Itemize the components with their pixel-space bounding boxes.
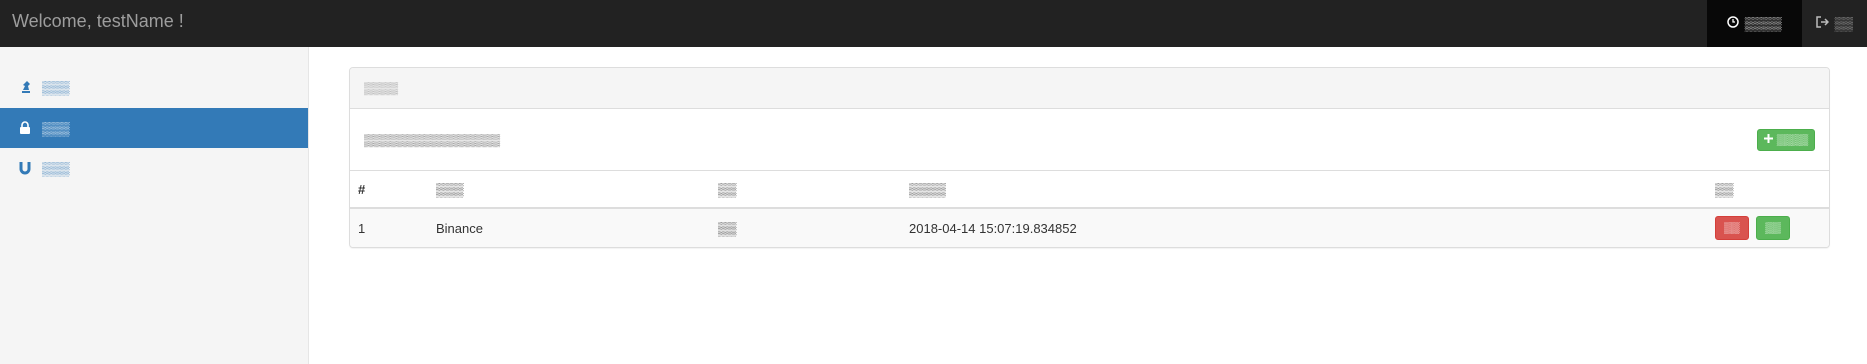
top-navbar: Welcome, testName ! ▒▒▒▒ ▒▒	[0, 0, 1867, 47]
delete-button[interactable]: ▒▒	[1715, 216, 1749, 240]
add-button[interactable]: ▒▒▒▒	[1756, 128, 1815, 151]
magnet-icon	[18, 161, 32, 175]
row-name: Binance	[428, 208, 710, 247]
api-keys-panel: ▒▒▒▒ ▒▒▒▒▒▒▒▒▒▒▒▒▒▒▒▒ ▒▒▒▒ # ▒▒▒ ▒▒ ▒▒▒▒…	[349, 67, 1830, 248]
sidebar-item-label: ▒▒▒	[42, 120, 70, 136]
keys-table: # ▒▒▒ ▒▒ ▒▒▒▒ ▒▒ 1 Binance ▒▒ 2018-04-14…	[350, 171, 1829, 247]
column-header-key: ▒▒	[710, 171, 901, 209]
sidebar-item-trading[interactable]: ▒▒▒	[0, 67, 308, 107]
clock-nav-item[interactable]: ▒▒▒▒	[1706, 0, 1802, 47]
clock-label: ▒▒▒▒	[1744, 16, 1782, 31]
logout-label: ▒▒	[1834, 16, 1853, 31]
sidebar-item-label: ▒▒▒	[42, 160, 70, 176]
column-header-index: #	[350, 171, 428, 209]
lock-icon	[18, 121, 32, 135]
clock-icon	[1726, 16, 1739, 31]
edit-button[interactable]: ▒▒	[1756, 216, 1790, 240]
row-actions: ▒▒ ▒▒	[1707, 208, 1829, 247]
table-row: 1 Binance ▒▒ 2018-04-14 15:07:19.834852 …	[350, 208, 1829, 247]
chess-icon	[18, 80, 32, 94]
plus-icon	[1763, 133, 1773, 146]
column-header-actions: ▒▒	[1707, 171, 1829, 209]
column-header-name: ▒▒▒	[428, 171, 710, 209]
panel-body: ▒▒▒▒▒▒▒▒▒▒▒▒▒▒▒▒ ▒▒▒▒	[350, 109, 1829, 171]
logout-icon	[1815, 16, 1829, 31]
sidebar-item-label: ▒▒▒	[42, 79, 70, 95]
logout-nav-item[interactable]: ▒▒	[1802, 0, 1867, 47]
row-index: 1	[350, 208, 428, 247]
add-button-label: ▒▒▒▒	[1776, 133, 1808, 146]
sidebar: ▒▒▒ ▒▒▒ ▒▒▒	[0, 47, 309, 364]
row-key: ▒▒	[710, 208, 901, 247]
sidebar-item-strategy[interactable]: ▒▒▒	[0, 148, 308, 188]
column-header-time: ▒▒▒▒	[901, 171, 1707, 209]
panel-heading: ▒▒▒▒	[350, 68, 1829, 109]
welcome-brand[interactable]: Welcome, testName !	[12, 11, 184, 32]
table-header-row: # ▒▒▒ ▒▒ ▒▒▒▒ ▒▒	[350, 171, 1829, 209]
panel-description: ▒▒▒▒▒▒▒▒▒▒▒▒▒▒▒▒	[364, 132, 501, 147]
row-time: 2018-04-14 15:07:19.834852	[901, 208, 1707, 247]
navbar-right: ▒▒▒▒ ▒▒	[1706, 0, 1867, 47]
sidebar-item-keys[interactable]: ▒▒▒	[0, 108, 308, 148]
